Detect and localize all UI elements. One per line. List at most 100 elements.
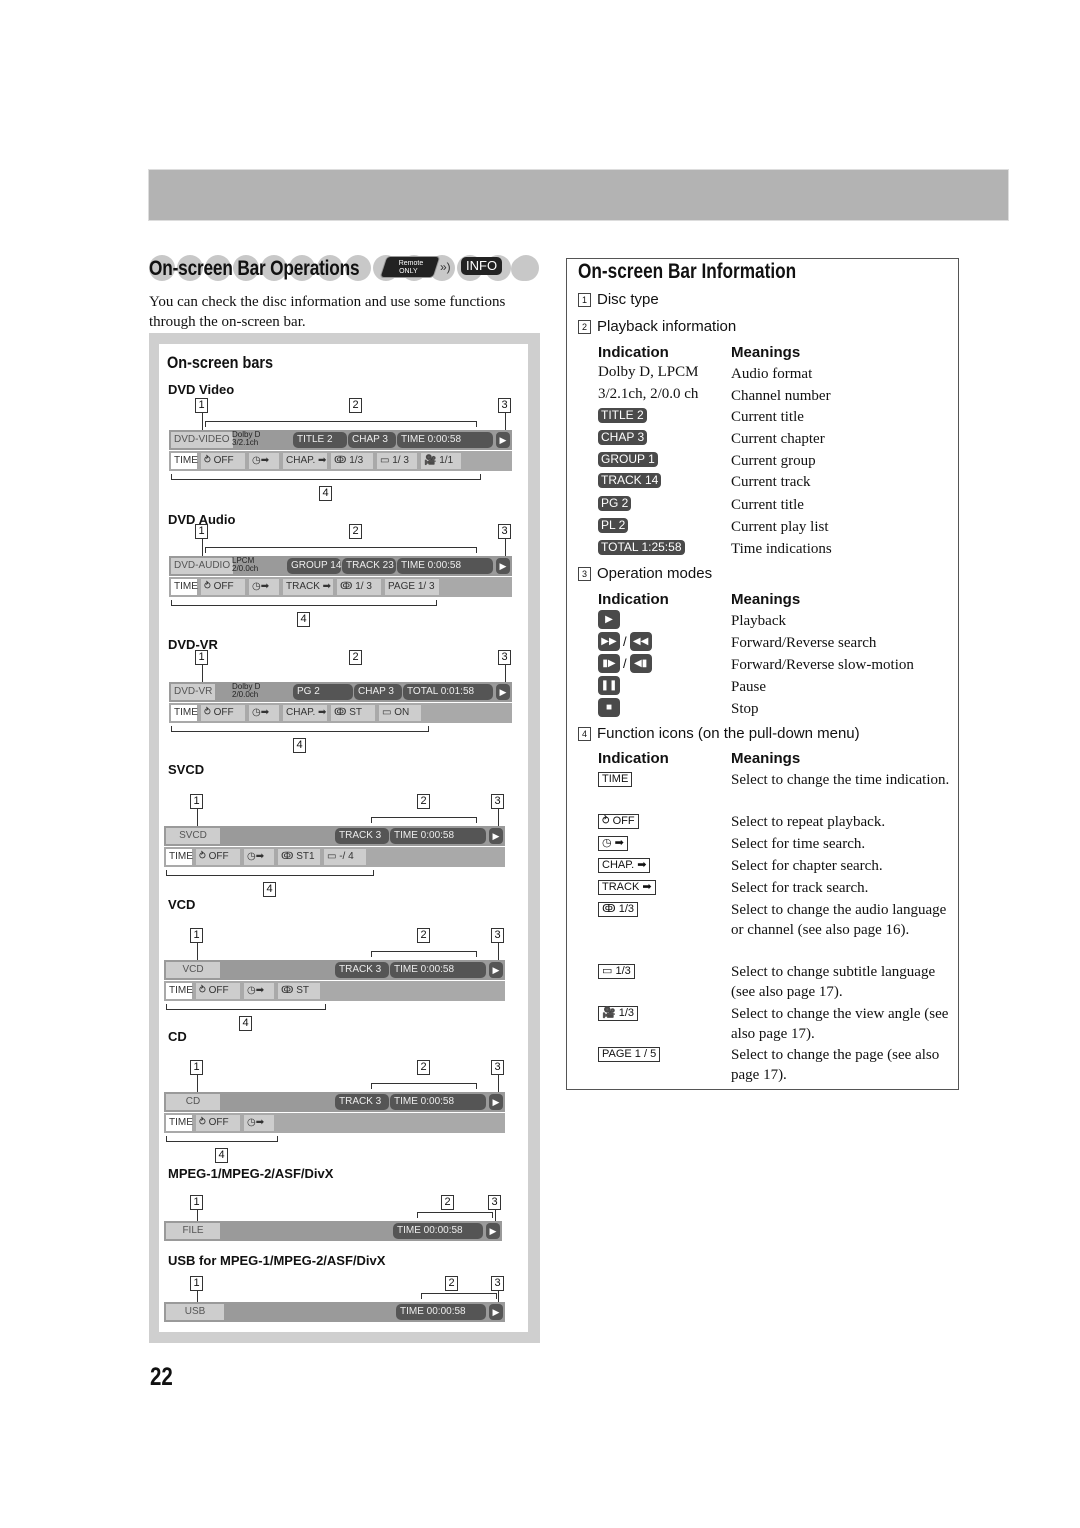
marker-4: 4 [293, 738, 306, 753]
marker-2-bracket [205, 547, 477, 553]
marker-3: 3 [491, 928, 504, 943]
operations-title: On-screen Bar Operations [149, 257, 360, 280]
function-icon-angle[interactable]: 🎥 1/1 [421, 453, 461, 469]
playback-info-pill: TRACK 3 [335, 828, 389, 844]
marker-1: 1 [195, 398, 208, 413]
function-icon-audio[interactable]: ↂ 1/3 [331, 453, 373, 469]
function-bar: TIME ⥁ OFF ◷➡ ↂ ST1 ▭ -/ 4 [164, 847, 505, 867]
play-mode-icon: ▶ [496, 432, 510, 448]
function-icon-audio[interactable]: ▭ -/ 4 [324, 849, 366, 865]
function-icon-repeat[interactable]: ⥁ OFF [201, 453, 245, 469]
info-bar: DVD-VIDEO Dolby D 3/2.1ch TIME 0:00:58 CHAP … [169, 430, 512, 450]
signal-icon: ») [440, 260, 451, 274]
audio-format: Dolby D 2/0.0ch [232, 683, 260, 699]
marker-1: 1 [190, 1276, 203, 1291]
slow-forward-icon-reverse: ◀▮ [629, 654, 652, 673]
function-icon-chapter-track-search[interactable]: CHAP. ➡ [283, 453, 327, 469]
function-icon-audio[interactable]: ↂ ST [331, 705, 375, 721]
channel-label: 2/0.0ch [232, 564, 259, 573]
marker-2: 2 [441, 1195, 454, 1210]
function-icon-time[interactable]: TIME [166, 1115, 193, 1131]
function-icon-time-search[interactable]: ◷➡ [249, 705, 279, 721]
function-icon-chapter-track-search[interactable]: ↂ ST1 [278, 849, 320, 865]
angle-icon: 🎥 1/3 [598, 1006, 639, 1021]
marker-4: 4 [239, 1016, 252, 1031]
play-mode-icon: ▶ [489, 1304, 503, 1320]
item-number-box: 4 [578, 726, 591, 741]
operation-meaning: Forward/Reverse search [731, 635, 877, 651]
function-icon-time[interactable]: TIME [171, 453, 198, 469]
info-item-3: 3 Operation modes [578, 565, 712, 582]
info-button-icon: INFO [461, 257, 503, 275]
stop-icon: ■ [598, 698, 620, 717]
function-icon-time-search[interactable]: ◷➡ [249, 579, 279, 595]
marker-3: 3 [491, 1276, 504, 1291]
audio-icon: ↂ 1/3 [598, 902, 639, 917]
function-icon-repeat[interactable]: ⥁ OFF [196, 1115, 240, 1131]
function-icon-audio[interactable]: ↂ 1/ 3 [337, 579, 381, 595]
marker-4: 4 [263, 882, 276, 897]
function-icon-time-search[interactable]: ◷➡ [249, 453, 279, 469]
function-icon-chapter-track-search[interactable]: ↂ ST [278, 983, 320, 999]
function-icon-repeat[interactable]: ⥁ OFF [196, 849, 240, 865]
bar-section-title: DVD Video [168, 382, 235, 397]
disc-type-label: USB [166, 1304, 224, 1320]
function-icon-time[interactable]: TIME [166, 849, 193, 865]
item-label: Operation modes [597, 565, 713, 582]
playback-info-pill: TOTAL 0:01:58 [403, 684, 493, 700]
function-icon-repeat[interactable]: ⥁ OFF [201, 705, 245, 721]
function-icon-repeat[interactable]: ⥁ OFF [201, 579, 245, 595]
slow-forward-icon: ▮▶ [598, 654, 620, 673]
function-icon-subtitle-page[interactable]: ▭ 1/ 3 [377, 453, 417, 469]
item-number-box: 1 [578, 292, 591, 307]
function-icon-time-search[interactable]: ◷➡ [244, 849, 274, 865]
function-icon-subtitle-page[interactable]: PAGE 1/ 3 [385, 579, 439, 595]
meanings-header: Meanings [731, 344, 801, 361]
marker-1: 1 [190, 794, 203, 809]
track-search-icon: TRACK ➡ [598, 880, 656, 895]
function-icon-time[interactable]: TIME [171, 579, 198, 595]
marker-4-bracket [166, 1004, 326, 1010]
disc-type-label: VCD [166, 962, 220, 978]
playback-info-pill: GROUP 14 [287, 558, 341, 574]
operation-mode-indicator: ▶▶ / ◀◀ [598, 632, 652, 651]
meanings-header: Meanings [731, 750, 801, 767]
playback-indicator-pill: TOTAL 1:25:58 [598, 540, 685, 555]
operation-meaning: Forward/Reverse slow-motion [731, 657, 914, 673]
item-label: Disc type [597, 291, 659, 308]
function-icon-subtitle-page[interactable]: ▭ ON [379, 705, 421, 721]
function-icon-chapter-track-search[interactable]: CHAP. ➡ [283, 705, 327, 721]
marker-2: 2 [349, 398, 362, 413]
info-bar: DVD-VR Dolby D 2/0.0ch TOTAL 0:01:58 CHAP 3P… [169, 682, 512, 702]
playback-meaning: Time indications [731, 541, 832, 557]
function-meaning: Select to change the page (see also page… [731, 1047, 940, 1083]
info-item-4: 4 Function icons (on the pull-down menu) [578, 725, 860, 742]
info-bar: VCD TIME 0:00:58 TRACK 3 ▶ [164, 960, 505, 980]
item-number-box: 2 [578, 319, 591, 334]
marker-3: 3 [491, 1060, 504, 1075]
function-icon-time[interactable]: TIME [171, 705, 198, 721]
function-icon-time[interactable]: TIME [166, 983, 193, 999]
marker-1: 1 [195, 650, 208, 665]
channel-label: 2/0.0ch [232, 690, 259, 699]
marker-2: 2 [349, 524, 362, 539]
function-icon-time-search[interactable]: ◷➡ [244, 983, 274, 999]
function-icon-time-search[interactable]: ◷➡ [244, 1115, 274, 1131]
playback-indicator-pill: PL 2 [598, 518, 629, 533]
info-bar: SVCD TIME 0:00:58 TRACK 3 ▶ [164, 826, 505, 846]
playback-info-pill: CHAP 3 [354, 684, 402, 700]
playback-info-pill: TRACK 3 [335, 962, 389, 978]
bar-section-title: CD [168, 1029, 187, 1044]
audio-format: LPCM 2/0.0ch [232, 557, 258, 573]
playback-info-pill: TRACK 23 [342, 558, 396, 574]
function-meaning: Select for time search. [731, 836, 866, 852]
marker-4-bracket [166, 870, 374, 876]
disc-type-label: SVCD [166, 828, 220, 844]
function-icon-chapter-track-search[interactable]: TRACK ➡ [283, 579, 333, 595]
function-meaning: Select to change the view angle (see als… [731, 1006, 949, 1042]
disc-type-label: CD [166, 1094, 220, 1110]
function-meaning: Select to change the audio language or c… [731, 902, 947, 938]
remote-only-icon: Remote ONLY [379, 256, 441, 278]
function-icon-repeat[interactable]: ⥁ OFF [196, 983, 240, 999]
marker-2: 2 [417, 1060, 430, 1075]
